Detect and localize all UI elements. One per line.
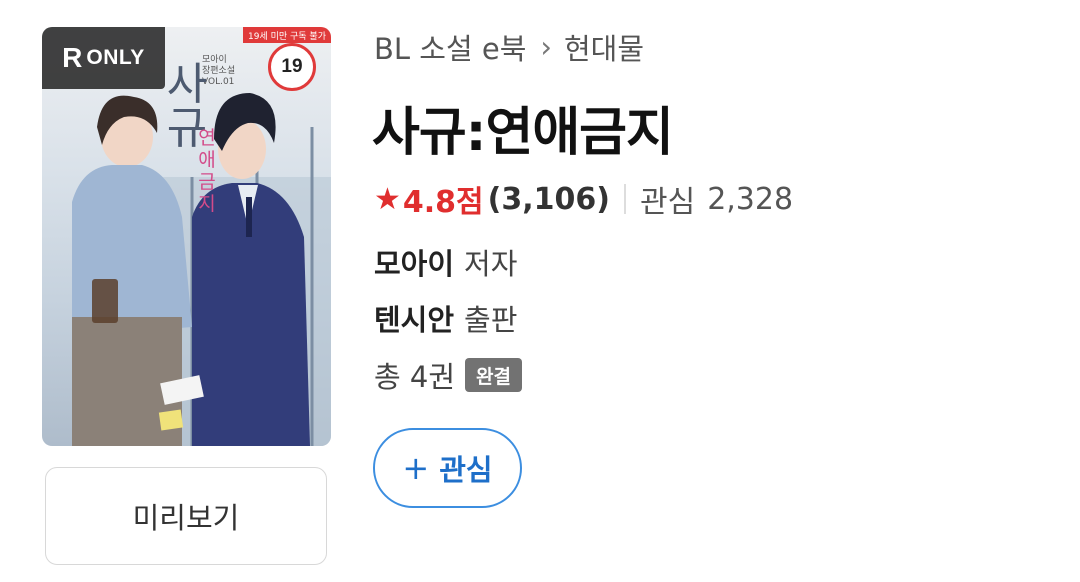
rating-score: 4.8점: [402, 185, 484, 220]
add-favorite-button[interactable]: + 관심: [373, 428, 522, 508]
breadcrumb-subcategory[interactable]: 현대물: [564, 26, 644, 68]
breadcrumb-chevron-icon: ›: [540, 30, 552, 64]
publisher-row: 텐시안 출판: [374, 296, 517, 340]
plus-icon: +: [402, 449, 430, 487]
publisher-name[interactable]: 텐시안: [374, 297, 454, 339]
r-only-badge: R ONLY: [42, 27, 165, 89]
r-only-text: ONLY: [86, 46, 145, 69]
book-title: 사규:연애금지: [372, 103, 674, 163]
publisher-role: 출판: [464, 303, 518, 337]
completed-badge: 완결: [465, 358, 523, 392]
breadcrumb: BL 소설 e북 › 현대물: [374, 27, 644, 67]
star-icon: ★: [374, 181, 401, 217]
favorite-count: 2,328: [707, 181, 794, 217]
volume-count: 총 4권: [374, 360, 456, 394]
favorite-label: 관심: [639, 185, 696, 220]
cover-subtitle: 연애금지: [198, 127, 216, 215]
age-restriction-strip: 19세 미만 구독 불가: [243, 27, 331, 43]
breadcrumb-category[interactable]: BL 소설 e북: [374, 26, 526, 68]
author-row: 모아이 저자: [374, 240, 517, 284]
preview-button[interactable]: 미리보기: [45, 467, 327, 565]
volumes-row: 총 4권 완결: [374, 353, 523, 397]
add-favorite-label: 관심: [439, 453, 493, 487]
divider: [623, 184, 626, 214]
rating-row: ★ 4.8점 (3,106) 관심 2,328: [374, 177, 793, 221]
author-name[interactable]: 모아이: [374, 241, 454, 283]
book-cover[interactable]: 모아이 장편소설 VOL.01 사규 연애금지 R ONLY 19세 미만 구독…: [42, 27, 331, 446]
age-19-badge: 19: [268, 43, 316, 91]
r-only-letter: R: [62, 42, 83, 73]
author-role: 저자: [464, 247, 518, 281]
rating-count[interactable]: (3,106): [488, 182, 610, 217]
